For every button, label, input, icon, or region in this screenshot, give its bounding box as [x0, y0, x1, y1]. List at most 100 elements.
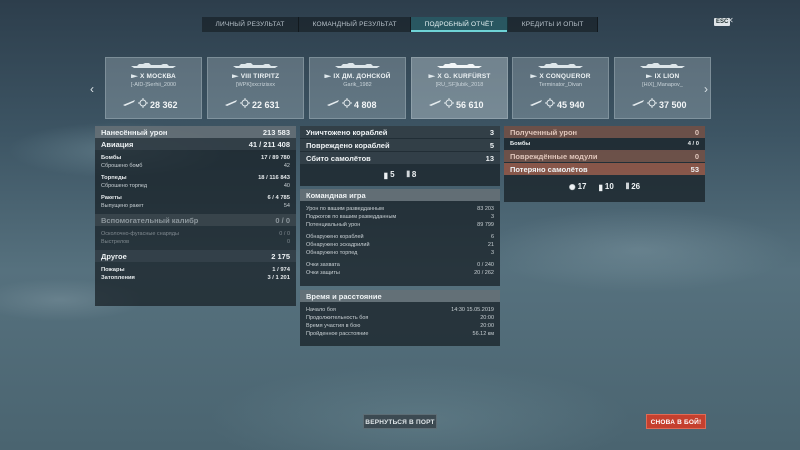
torpedoes-dropped-row: Сброшено торпед 40: [101, 183, 290, 189]
team-row: Поджогов по вашим разведданным 3: [306, 214, 494, 220]
ship-card[interactable]: IX ДМ. ДОНСКОЙ Garik_1982 4 808: [309, 57, 406, 119]
team-row: Обнаружено эскадрилий 21: [306, 242, 494, 248]
close-icon[interactable]: ✕: [727, 16, 734, 25]
fires-row: Пожары 1 / 974: [101, 267, 290, 273]
received-header: Полученный урон 0: [504, 126, 705, 138]
ship-damage: 22 631: [252, 100, 280, 110]
torpedoes-row: Торпеды 18 / 116 843: [101, 175, 290, 181]
time-distance-header: Время и расстояние: [300, 290, 500, 302]
prev-arrow-icon[interactable]: ‹: [90, 82, 94, 96]
ship-class-icon: [324, 74, 332, 79]
damage-burst-icon: [342, 98, 352, 108]
damage-burst-icon: [647, 98, 657, 108]
rocket-icon: ⫴: [406, 170, 410, 179]
time-row: Пройденное расстояние 56.12 км: [306, 331, 494, 337]
ship-name: X G. KURFÜRST: [437, 73, 491, 80]
ship-silhouette-icon: [538, 63, 583, 68]
ship-damage: 37 500: [659, 100, 687, 110]
he-shells-row: Осколочно-фугасные снаряды 0 / 0: [101, 231, 290, 237]
ship-name: IX ДМ. ДОНСКОЙ: [333, 73, 391, 80]
damage-burst-icon: [240, 98, 250, 108]
plane-icon: [632, 100, 644, 106]
ship-class-icon: [131, 74, 139, 79]
plane-icon: [429, 100, 441, 106]
ship-name: VIII TIRPITZ: [240, 73, 280, 80]
time-row: Продолжительность боя 20:00: [306, 315, 494, 321]
ship-silhouette-icon: [335, 63, 380, 68]
ship-silhouette-icon: [437, 63, 482, 68]
damaged-modules-row: Повреждённые модули 0: [504, 150, 705, 162]
player-name: Garik_1982: [343, 82, 372, 88]
secondary-battery-row: Вспомогательный калибр 0 / 0: [95, 214, 296, 226]
report-tabs: ЛИЧНЫЙ РЕЗУЛЬТАТ КОМАНДНЫЙ РЕЗУЛЬТАТ ПОД…: [202, 17, 598, 32]
team-play-header: Командная игра: [300, 189, 500, 201]
damage-dealt-panel: Нанесённый урон 213 583 Авиация 41 / 211 4…: [95, 126, 296, 306]
received-icons: ✺ 17 ▮ 10 ⫴ 26: [568, 182, 641, 192]
team-row: Обнаружено торпед 3: [306, 250, 494, 256]
tab-detailed-report[interactable]: ПОДРОБНЫЙ ОТЧЁТ: [411, 17, 509, 32]
tab-credits-xp[interactable]: КРЕДИТЫ И ОПЫТ: [508, 17, 598, 32]
ships-destroyed-row: Уничтожено кораблей 3: [300, 126, 500, 138]
ships-damaged-row: Повреждено кораблей 5: [300, 139, 500, 151]
rocket-icon: ⫴: [625, 182, 630, 191]
damage-burst-icon: [138, 98, 148, 108]
ship-name: X МОСКВА: [140, 73, 176, 80]
ship-card[interactable]: X CONQUEROR Terminator_Divan 45 940: [512, 57, 609, 119]
player-name: Terminator_Divan: [538, 82, 583, 88]
ship-damage: 28 362: [150, 100, 178, 110]
time-row: Начало боя 14:30 15.05.2019: [306, 307, 494, 313]
plane-icon: [123, 100, 135, 106]
ship-damage: 4 808: [354, 100, 377, 110]
ship-class-icon: [231, 74, 239, 79]
plane-icon: [225, 100, 237, 106]
ship-damage: 56 610: [456, 100, 484, 110]
received-bombs-row: Бомбы 4 / 0: [510, 141, 699, 147]
plane-icon: [327, 100, 339, 106]
planes-lost-row: Потеряно самолётов 53: [504, 163, 705, 175]
rockets-row: Ракеты 6 / 4 785: [101, 195, 290, 201]
planes-shot-down-row: Сбито самолётов 13: [300, 152, 500, 164]
aviation-row: Авиация 41 / 211 408: [95, 138, 296, 150]
rockets-fired-row: Выпущено ракет 54: [101, 203, 290, 209]
tab-personal-result[interactable]: ЛИЧНЫЙ РЕЗУЛЬТАТ: [202, 17, 300, 32]
shots-row: Выстрелов 0: [101, 239, 290, 245]
team-row: Обнаружено кораблей 6: [306, 234, 494, 240]
damage-burst-icon: [545, 98, 555, 108]
bombs-dropped-row: Сброшено бомб 42: [101, 163, 290, 169]
ship-card[interactable]: IX LION [HiX]_Manapov_ 37 500: [614, 57, 711, 119]
ship-damage: 45 940: [557, 100, 585, 110]
kills-icons: ▮ 5 ⫴ 8: [383, 170, 417, 180]
ship-class-icon: [645, 74, 653, 79]
time-distance-panel: Время и расстояние Начало боя 14:30 15.05…: [300, 290, 500, 346]
battle-again-button[interactable]: СНОВА В БОЙ!: [646, 414, 706, 429]
team-play-panel: Командная игра Урон по вашим разведданны…: [300, 189, 500, 286]
other-damage-row: Другое 2 175: [95, 250, 296, 262]
tab-team-result[interactable]: КОМАНДНЫЙ РЕЗУЛЬТАТ: [299, 17, 412, 32]
ship-silhouette-icon: [233, 63, 278, 68]
player-name: [-AID-]Serhii_2000: [130, 82, 177, 88]
kills-panel: Уничтожено кораблей 3 Повреждено кораблей…: [300, 126, 500, 186]
team-row: Очки защиты 20 / 262: [306, 270, 494, 276]
damage-burst-icon: [444, 98, 454, 108]
team-row: Очки захвата 0 / 240: [306, 262, 494, 268]
ship-name: X CONQUEROR: [539, 73, 591, 80]
return-to-port-button[interactable]: ВЕРНУТЬСЯ В ПОРТ: [363, 414, 437, 429]
ship-card[interactable]: VIII TIRPITZ [WPK]xxcrizisxx 22 631: [207, 57, 304, 119]
ship-silhouette-icon: [131, 63, 176, 68]
ship-silhouette-icon: [640, 63, 685, 68]
damage-dealt-header: Нанесённый урон 213 583: [95, 126, 296, 138]
ship-card[interactable]: X МОСКВА [-AID-]Serhii_2000 28 362: [105, 57, 202, 119]
ship-class-icon: [530, 74, 538, 79]
ship-name: IX LION: [654, 73, 680, 80]
team-row: Урон по вашим разведданным 83 203: [306, 206, 494, 212]
bomb-icon: ▮: [383, 170, 389, 180]
player-name: [RU_SF]lubik_2018: [435, 82, 484, 88]
damage-burst-icon: ✺: [568, 182, 576, 192]
floods-row: Затопления 3 / 1 201: [101, 275, 290, 281]
player-name: [WPK]xxcrizisxx: [235, 82, 276, 88]
time-row: Время участия в бою 20:00: [306, 323, 494, 329]
player-name: [HiX]_Manapov_: [642, 82, 683, 88]
bombs-row: Бомбы 17 / 89 780: [101, 155, 290, 161]
team-row: Потенциальный урон 89 799: [306, 222, 494, 228]
ship-card-selected[interactable]: X G. KURFÜRST [RU_SF]lubik_2018 56 610: [411, 57, 508, 119]
